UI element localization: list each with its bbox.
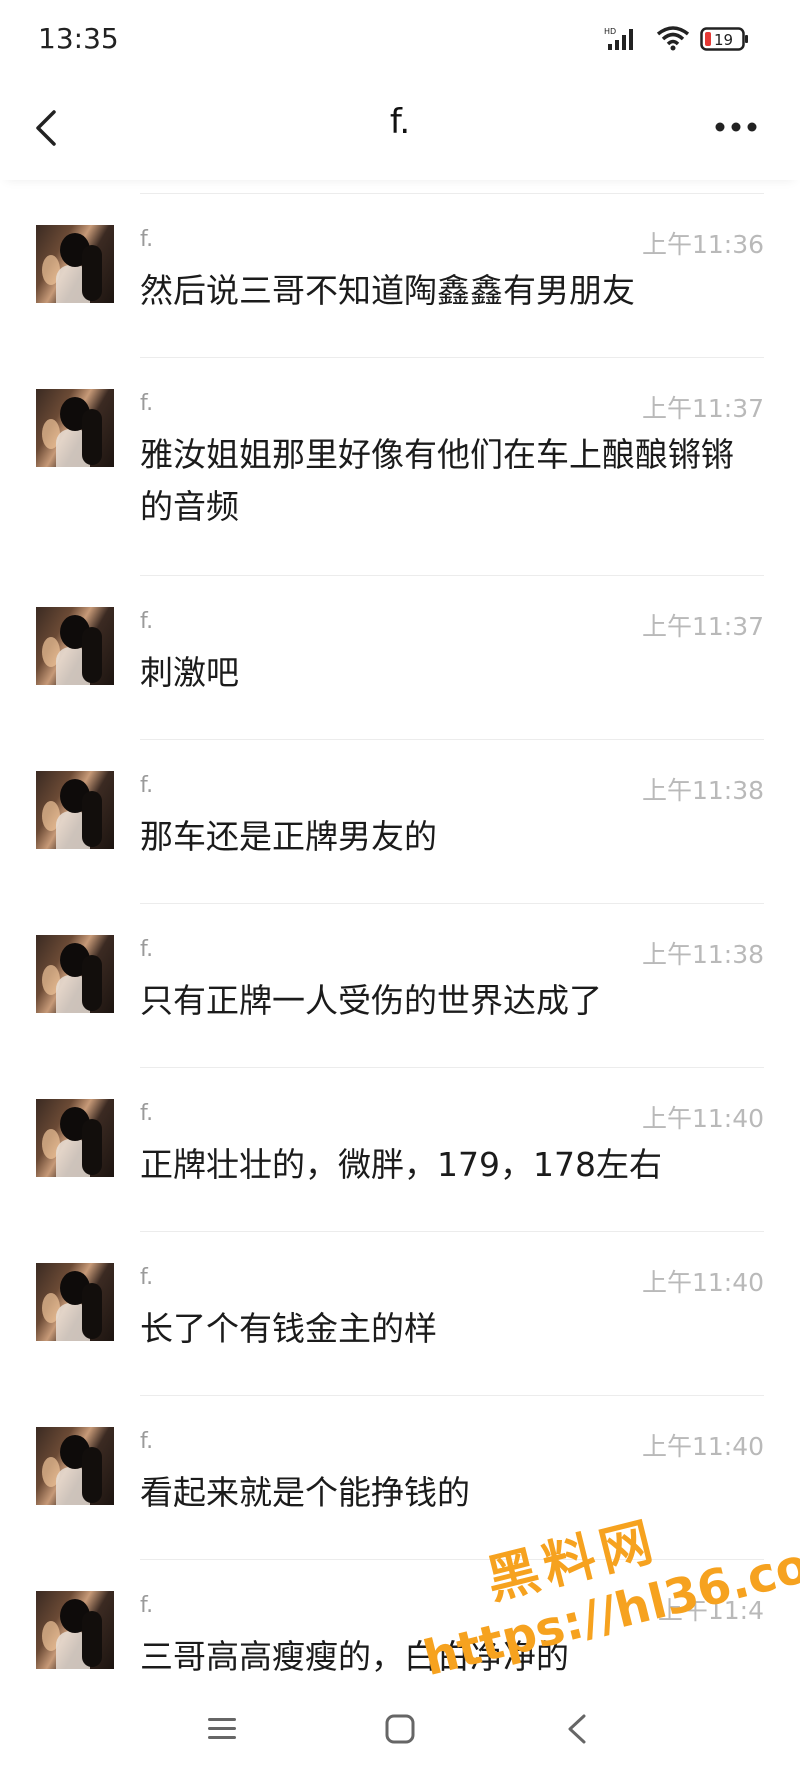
system-nav-bar [0,1683,800,1777]
menu-button[interactable] [200,1707,244,1751]
more-options-button[interactable] [714,118,758,132]
message-text: 正牌壮壮的，微胖，179，178左右 [140,1145,662,1184]
message-text: 刺激吧 [140,653,239,692]
system-back-button[interactable] [556,1707,600,1751]
chat-title: f. [389,102,411,142]
more-icon [715,122,757,132]
sender-name: f. [140,609,154,634]
wifi-icon [656,24,690,56]
avatar[interactable] [36,771,114,849]
message-item[interactable]: f. 上午11:38 只有正牌一人受伤的世界达成了 [0,903,800,1067]
message-text: 只有正牌一人受伤的世界达成了 [140,981,602,1020]
back-arrow-icon [568,1714,586,1744]
avatar[interactable] [36,607,114,685]
signal-icon: HD [604,26,640,56]
avatar[interactable] [36,1099,114,1177]
avatar[interactable] [36,1591,114,1669]
sender-name: f. [140,391,154,416]
sender-name: f. [140,937,154,962]
message-item[interactable]: f. 上午11:40 正牌壮壮的，微胖，179，178左右 [0,1067,800,1231]
message-item[interactable]: f. 上午11:37 刺激吧 [0,575,800,739]
message-time: 上午11:37 [641,394,764,423]
message-time: 上午11:38 [641,940,764,969]
svg-text:HD: HD [604,27,616,36]
home-icon [385,1714,415,1744]
message-time: 上午11:40 [641,1268,764,1297]
avatar[interactable] [36,1263,114,1341]
avatar[interactable] [36,1427,114,1505]
message-time: 上午11:36 [641,230,764,259]
status-bar: 13:35 HD 19 [0,0,800,80]
message-item[interactable]: f. 上午11:40 长了个有钱金主的样 [0,1231,800,1395]
sender-name: f. [140,227,154,252]
message-time: 上午11:37 [641,612,764,641]
sender-name: f. [140,1265,154,1290]
battery-icon: 19 [700,26,750,56]
avatar[interactable] [36,389,114,467]
message-item[interactable]: f. 上午11:37 雅汝姐姐那里好像有他们在车上酿酿锵锵的音频 [0,357,800,575]
status-time: 13:35 [38,22,119,55]
message-time: 上午11:40 [641,1432,764,1461]
menu-icon [208,1718,236,1739]
home-button[interactable] [378,1707,422,1751]
avatar[interactable] [36,935,114,1013]
battery-level: 19 [714,31,733,49]
chat-header: f. [0,80,800,180]
message-item[interactable]: f. 上午11:36 然后说三哥不知道陶鑫鑫有男朋友 [0,193,800,357]
sender-name: f. [140,773,154,798]
avatar[interactable] [36,225,114,303]
sender-name: f. [140,1429,154,1454]
message-item[interactable]: f. 上午11:38 那车还是正牌男友的 [0,739,800,903]
message-text: 那车还是正牌男友的 [140,817,437,856]
message-text: 长了个有钱金主的样 [140,1309,437,1348]
message-time: 上午11:40 [641,1104,764,1133]
message-text: 然后说三哥不知道陶鑫鑫有男朋友 [140,271,635,310]
message-text: 雅汝姐姐那里好像有他们在车上酿酿锵锵的音频 [140,435,734,526]
sender-name: f. [140,1593,154,1618]
message-time: 上午11:38 [641,776,764,805]
sender-name: f. [140,1101,154,1126]
message-list[interactable]: f. 上午11:36 然后说三哥不知道陶鑫鑫有男朋友 f. 上午11:37 雅汝… [0,193,800,1683]
